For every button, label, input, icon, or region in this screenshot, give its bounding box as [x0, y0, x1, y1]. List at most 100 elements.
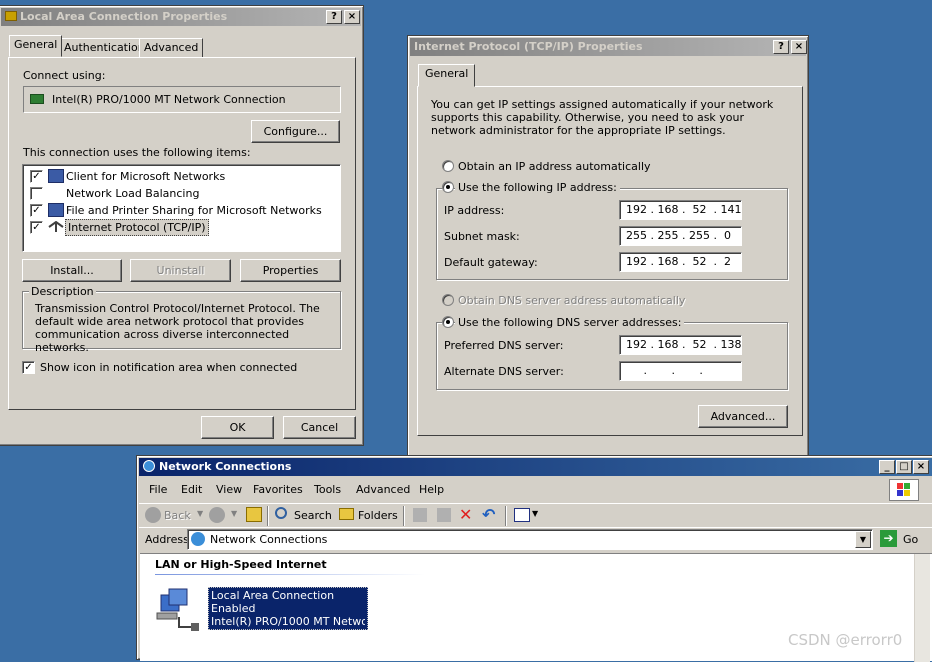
use-following-dns-label[interactable]: Use the following DNS server addresses: [455, 316, 685, 329]
item-checkbox[interactable]: ✓ [30, 221, 43, 234]
subnet-mask-field[interactable]: 255 . 255 . 255 . 0 [619, 226, 742, 246]
search-label[interactable]: Search [294, 509, 332, 522]
toolbar-separator [505, 506, 507, 526]
lac-title-bar[interactable]: Local Area Connection Properties [1, 8, 361, 26]
description-text: Transmission Control Protocol/Internet P… [35, 302, 320, 354]
menu-advanced[interactable]: Advanced [356, 479, 410, 501]
connection-item[interactable]: Local Area Connection Enabled Intel(R) P… [155, 587, 395, 635]
item-label: Internet Protocol (TCP/IP) [65, 219, 209, 236]
copy-to-icon[interactable] [437, 508, 451, 522]
client-icon [48, 169, 64, 183]
show-icon-checkbox[interactable]: ✓ [22, 361, 35, 374]
configure-button[interactable]: Configure... [251, 120, 340, 143]
use-following-ip-radio[interactable] [442, 181, 454, 193]
menu-view[interactable]: View [216, 479, 242, 501]
ok-button[interactable]: OK [201, 416, 274, 439]
search-icon[interactable] [275, 507, 287, 519]
item-checkbox[interactable] [30, 187, 43, 200]
lac-title: Local Area Connection Properties [20, 10, 228, 23]
use-following-dns-radio[interactable] [442, 316, 454, 328]
components-list: ✓ Client for Microsoft Networks Network … [22, 164, 341, 252]
item-checkbox[interactable]: ✓ [30, 204, 43, 217]
menu-favorites[interactable]: Favorites [253, 479, 303, 501]
toolbar-separator [403, 506, 405, 526]
dropdown-arrow-icon[interactable]: ▼ [231, 509, 237, 518]
advanced-button[interactable]: Advanced... [698, 405, 788, 428]
tab-advanced[interactable]: Advanced [139, 38, 204, 58]
tab-general[interactable]: General [9, 35, 63, 57]
menu-edit[interactable]: Edit [181, 479, 202, 501]
network-connections-window: Network Connections _ □ × File Edit View… [136, 455, 932, 662]
preferred-dns-field[interactable]: 192 . 168 . 52 . 138 [619, 335, 742, 355]
connection-name: Local Area Connection [211, 589, 335, 602]
back-label[interactable]: Back [164, 509, 191, 522]
close-button[interactable]: × [791, 40, 807, 54]
obtain-ip-auto-label[interactable]: Obtain an IP address automatically [458, 160, 651, 173]
cancel-button[interactable]: Cancel [283, 416, 356, 439]
tab-general[interactable]: General [418, 64, 476, 87]
properties-button[interactable]: Properties [240, 259, 341, 282]
preferred-dns-label: Preferred DNS server: [444, 339, 564, 352]
back-icon[interactable] [145, 507, 161, 523]
address-dropdown-button[interactable]: ▼ [855, 531, 871, 548]
subnet-mask-label: Subnet mask: [444, 230, 520, 243]
watermark: CSDN @errorr0 [788, 631, 903, 649]
menu-file[interactable]: File [149, 479, 167, 501]
go-arrow-icon[interactable]: ➔ [880, 530, 897, 547]
obtain-ip-auto-radio[interactable] [442, 160, 454, 172]
obtain-dns-auto-radio[interactable] [442, 294, 454, 306]
delete-icon[interactable]: ✕ [459, 505, 472, 524]
use-following-ip-label[interactable]: Use the following IP address: [455, 181, 620, 194]
dropdown-arrow-icon[interactable]: ▼ [197, 509, 203, 518]
minimize-button[interactable]: _ [879, 460, 895, 474]
obtain-dns-auto-label[interactable]: Obtain DNS server address automatically [458, 294, 685, 307]
alternate-dns-label: Alternate DNS server: [444, 365, 564, 378]
network-connections-icon [143, 460, 155, 472]
show-icon-label[interactable]: Show icon in notification area when conn… [40, 361, 297, 374]
undo-icon[interactable]: ↶ [482, 505, 495, 524]
tab-authentication[interactable]: Authentication [59, 38, 150, 58]
folders-icon[interactable] [339, 508, 354, 520]
forward-icon[interactable] [209, 507, 225, 523]
connect-using-label: Connect using: [23, 69, 106, 82]
close-button[interactable]: × [913, 460, 929, 474]
uninstall-button[interactable]: Uninstall [130, 259, 231, 282]
folders-label[interactable]: Folders [358, 509, 398, 522]
tcpip-properties-dialog: Internet Protocol (TCP/IP) Properties ? … [407, 35, 809, 465]
vertical-scrollbar[interactable] [914, 554, 930, 662]
dropdown-arrow-icon[interactable]: ▼ [532, 509, 538, 518]
go-label[interactable]: Go [903, 533, 918, 546]
views-icon[interactable] [514, 508, 530, 522]
windows-logo-icon [889, 479, 919, 501]
menu-tools[interactable]: Tools [314, 479, 341, 501]
address-input[interactable]: Network Connections ▼ [187, 529, 873, 550]
section-header: LAN or High-Speed Internet [155, 558, 327, 571]
help-button[interactable]: ? [326, 10, 342, 24]
help-button[interactable]: ? [773, 40, 789, 54]
adapter-name: Intel(R) PRO/1000 MT Network Connection [52, 93, 286, 106]
tcpip-title-bar[interactable]: Internet Protocol (TCP/IP) Properties [410, 38, 806, 56]
netconn-title-bar[interactable]: Network Connections [139, 458, 932, 476]
lan-connection-icon [155, 587, 203, 633]
close-button[interactable]: × [344, 10, 360, 24]
tcpip-title: Internet Protocol (TCP/IP) Properties [414, 40, 643, 53]
default-gateway-label: Default gateway: [444, 256, 538, 269]
item-label: Client for Microsoft Networks [66, 170, 226, 183]
network-icon [5, 11, 17, 21]
network-adapter-icon [30, 94, 44, 104]
menu-bar: File Edit View Favorites Tools Advanced … [139, 479, 932, 501]
default-gateway-field[interactable]: 192 . 168 . 52 . 2 [619, 252, 742, 272]
address-label: Address [145, 533, 189, 546]
maximize-button[interactable]: □ [896, 460, 912, 474]
netconn-title: Network Connections [159, 460, 292, 473]
install-button[interactable]: Install... [22, 259, 122, 282]
move-to-icon[interactable] [413, 508, 427, 522]
address-value: Network Connections [210, 533, 328, 546]
item-checkbox[interactable]: ✓ [30, 170, 43, 183]
lac-properties-dialog: Local Area Connection Properties ? × Gen… [0, 5, 364, 446]
connection-label-selected: Local Area Connection Enabled Intel(R) P… [208, 587, 368, 630]
menu-help[interactable]: Help [419, 479, 444, 501]
alternate-dns-field[interactable]: . . . [619, 361, 742, 381]
ip-address-field[interactable]: 192 . 168 . 52 . 141 [619, 200, 742, 220]
up-folder-icon[interactable] [246, 507, 262, 522]
